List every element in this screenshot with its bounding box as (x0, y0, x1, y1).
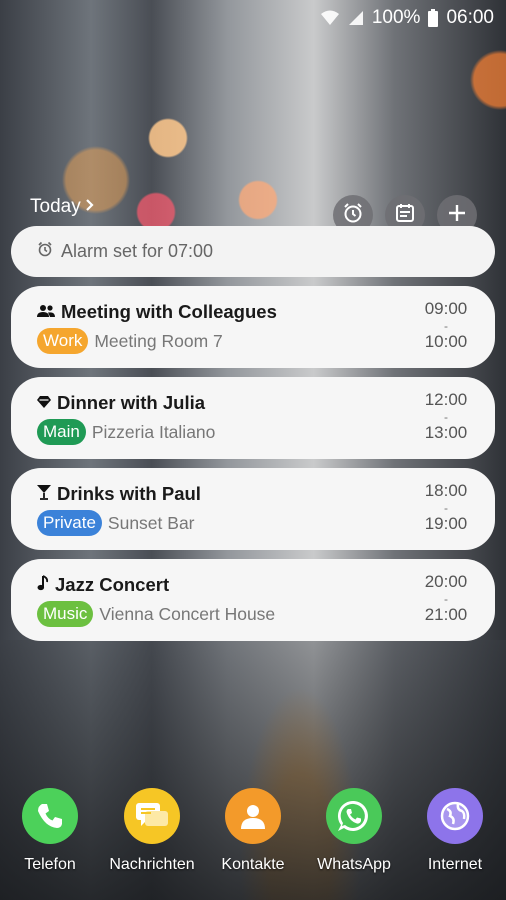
event-title: Jazz Concert (55, 574, 170, 595)
chevron-right-icon (85, 196, 95, 218)
time-separator: - (444, 319, 448, 333)
clock: 06:00 (446, 7, 494, 28)
group-icon (37, 301, 55, 323)
signal-icon (348, 10, 364, 26)
alarm-card[interactable]: Alarm set for 07:00 (11, 226, 495, 277)
category-badge: Private (37, 510, 102, 536)
plus-icon (448, 204, 466, 227)
whatsapp-icon (326, 788, 382, 844)
today-link[interactable]: Today (30, 196, 95, 218)
battery-icon (428, 9, 439, 27)
app-nachrichten[interactable]: Nachrichten (102, 788, 202, 874)
alarm-clock-icon (342, 202, 364, 229)
end-time: 19:00 (424, 514, 468, 533)
app-whatsapp[interactable]: WhatsApp (304, 788, 404, 874)
event-times: 12:00 - 13:00 (421, 391, 471, 441)
event-card[interactable]: Drinks with Paul Private Sunset Bar 18:0… (11, 468, 495, 550)
event-title: Meeting with Colleagues (61, 301, 277, 322)
start-time: 12:00 (424, 390, 468, 409)
app-label: Kontakte (221, 856, 285, 873)
end-time: 13:00 (424, 423, 468, 442)
battery-percent: 100% (371, 7, 421, 28)
event-location: Sunset Bar (107, 512, 195, 533)
end-time: 21:00 (424, 605, 468, 624)
music-note-icon (37, 574, 49, 596)
app-telefon[interactable]: Telefon (0, 788, 100, 874)
app-label: WhatsApp (317, 856, 391, 873)
app-label: Nachrichten (109, 856, 195, 873)
category-badge: Work (37, 328, 89, 354)
event-card[interactable]: Dinner with Julia Main Pizzeria Italiano… (11, 377, 495, 459)
wifi-icon (320, 10, 340, 26)
event-title: Drinks with Paul (57, 483, 201, 504)
end-time: 10:00 (424, 332, 468, 351)
event-location: Meeting Room 7 (94, 330, 223, 351)
event-times: 18:00 - 19:00 (421, 482, 471, 532)
messages-icon (124, 788, 180, 844)
event-location: Vienna Concert House (99, 603, 276, 624)
internet-icon (427, 788, 483, 844)
diamond-icon (37, 392, 51, 414)
alarm-clock-icon (37, 241, 53, 262)
event-card[interactable]: Jazz Concert Music Vienna Concert House … (11, 559, 495, 641)
app-label: Internet (427, 856, 483, 873)
category-badge: Main (37, 419, 86, 445)
event-title: Dinner with Julia (57, 392, 206, 413)
event-location: Pizzeria Italiano (91, 421, 216, 442)
start-time: 09:00 (424, 299, 468, 318)
time-separator: - (444, 592, 448, 606)
app-label: Telefon (24, 856, 76, 873)
today-label: Today (30, 196, 81, 217)
time-separator: - (444, 410, 448, 424)
cocktail-icon (37, 483, 51, 505)
event-card[interactable]: Meeting with Colleagues Work Meeting Roo… (11, 286, 495, 368)
start-time: 20:00 (424, 572, 468, 591)
app-dock: Telefon Nachrichten Kontakte WhatsApp In… (0, 788, 506, 888)
phone-icon (22, 788, 78, 844)
event-times: 20:00 - 21:00 (421, 573, 471, 623)
time-separator: - (444, 501, 448, 515)
app-kontakte[interactable]: Kontakte (203, 788, 303, 874)
start-time: 18:00 (424, 481, 468, 500)
event-times: 09:00 - 10:00 (421, 300, 471, 350)
contacts-icon (225, 788, 281, 844)
alarm-text: Alarm set for 07:00 (61, 241, 214, 261)
app-internet[interactable]: Internet (405, 788, 505, 874)
category-badge: Music (37, 601, 94, 627)
status-bar: 100% 06:00 (0, 0, 506, 36)
calendar-icon (395, 203, 415, 228)
